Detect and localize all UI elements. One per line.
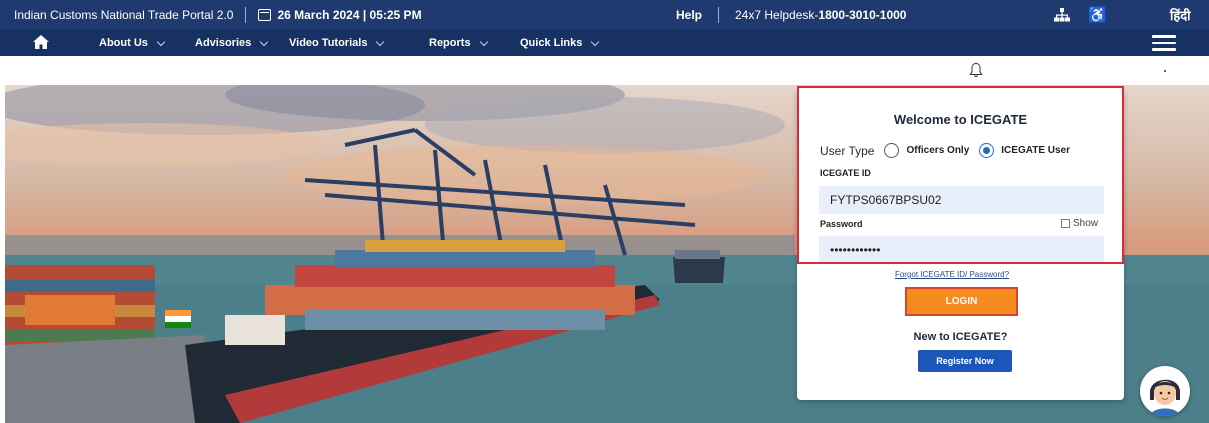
portal-title: Indian Customs National Trade Portal 2.0: [14, 8, 234, 22]
help-link[interactable]: Help: [676, 8, 702, 22]
icegate-user-radio[interactable]: [979, 143, 995, 158]
current-datetime: 26 March 2024 | 05:25 PM: [277, 8, 422, 22]
accessibility-icon[interactable]: ♿: [1088, 6, 1107, 24]
language-toggle[interactable]: हिंदी: [1170, 6, 1191, 24]
user-type-group: User Type Officers Only ICEGATE User: [820, 143, 1070, 158]
show-password-checkbox[interactable]: [1061, 219, 1070, 228]
register-now-button[interactable]: Register Now: [918, 350, 1012, 372]
nav-about-us[interactable]: About Us: [99, 37, 166, 49]
icegate-id-input[interactable]: FYTPS0667BPSU02: [819, 186, 1104, 214]
chevron-down-icon: [479, 37, 488, 46]
nav-label: Advisories: [195, 37, 252, 49]
hamburger-menu-icon[interactable]: [1152, 35, 1176, 51]
password-input[interactable]: ••••••••••••: [819, 236, 1104, 264]
password-label: Password: [820, 219, 863, 229]
icegate-id-label: ICEGATE ID: [820, 168, 871, 178]
main-nav: About Us Advisories Video Tutorials Repo…: [0, 30, 1209, 56]
user-type-label: User Type: [820, 143, 875, 158]
calendar-icon: [258, 9, 272, 21]
nav-video-tutorials[interactable]: Video Tutorials: [289, 37, 385, 49]
new-user-text: New to ICEGATE?: [913, 331, 1008, 343]
nav-label: Quick Links: [520, 37, 583, 49]
divider: [245, 7, 247, 23]
helpdesk-info: 24x7 Helpdesk-1800-3010-1000: [735, 8, 906, 22]
helpdesk-label: 24x7 Helpdesk-: [735, 8, 819, 22]
show-password-label[interactable]: Show: [1073, 218, 1098, 229]
sitemap-icon[interactable]: [1054, 8, 1070, 22]
login-button[interactable]: LOGIN: [905, 287, 1018, 316]
officers-only-label[interactable]: Officers Only: [906, 145, 969, 156]
helpdesk-number: 1800-3010-1000: [818, 8, 907, 22]
officers-only-radio[interactable]: [884, 143, 900, 158]
chatbot-avatar-icon[interactable]: [1140, 366, 1190, 416]
nav-advisories[interactable]: Advisories: [195, 37, 269, 49]
nav-reports[interactable]: Reports: [429, 37, 488, 49]
nav-label: Reports: [429, 37, 471, 49]
chevron-down-icon: [376, 37, 385, 46]
nav-quick-links[interactable]: Quick Links: [520, 37, 600, 49]
home-icon[interactable]: [32, 33, 50, 51]
chevron-down-icon: [156, 37, 166, 46]
notification-strip: [0, 56, 1209, 85]
nav-label: Video Tutorials: [289, 37, 368, 49]
bell-icon[interactable]: [969, 62, 983, 78]
icegate-user-label[interactable]: ICEGATE User: [1001, 145, 1070, 156]
nav-label: About Us: [99, 37, 148, 49]
top-bar: Indian Customs National Trade Portal 2.0…: [0, 0, 1209, 30]
icegate-home-page: Indian Customs National Trade Portal 2.0…: [0, 0, 1209, 423]
show-password-toggle[interactable]: Show: [1061, 218, 1098, 229]
dot-indicator: [1164, 70, 1166, 72]
chevron-down-icon: [591, 37, 600, 46]
chevron-down-icon: [260, 37, 269, 46]
forgot-credentials-link[interactable]: Forgot ICEGATE ID/ Password?: [797, 270, 1107, 279]
divider: [718, 7, 719, 23]
welcome-heading: Welcome to ICEGATE: [893, 112, 1028, 127]
